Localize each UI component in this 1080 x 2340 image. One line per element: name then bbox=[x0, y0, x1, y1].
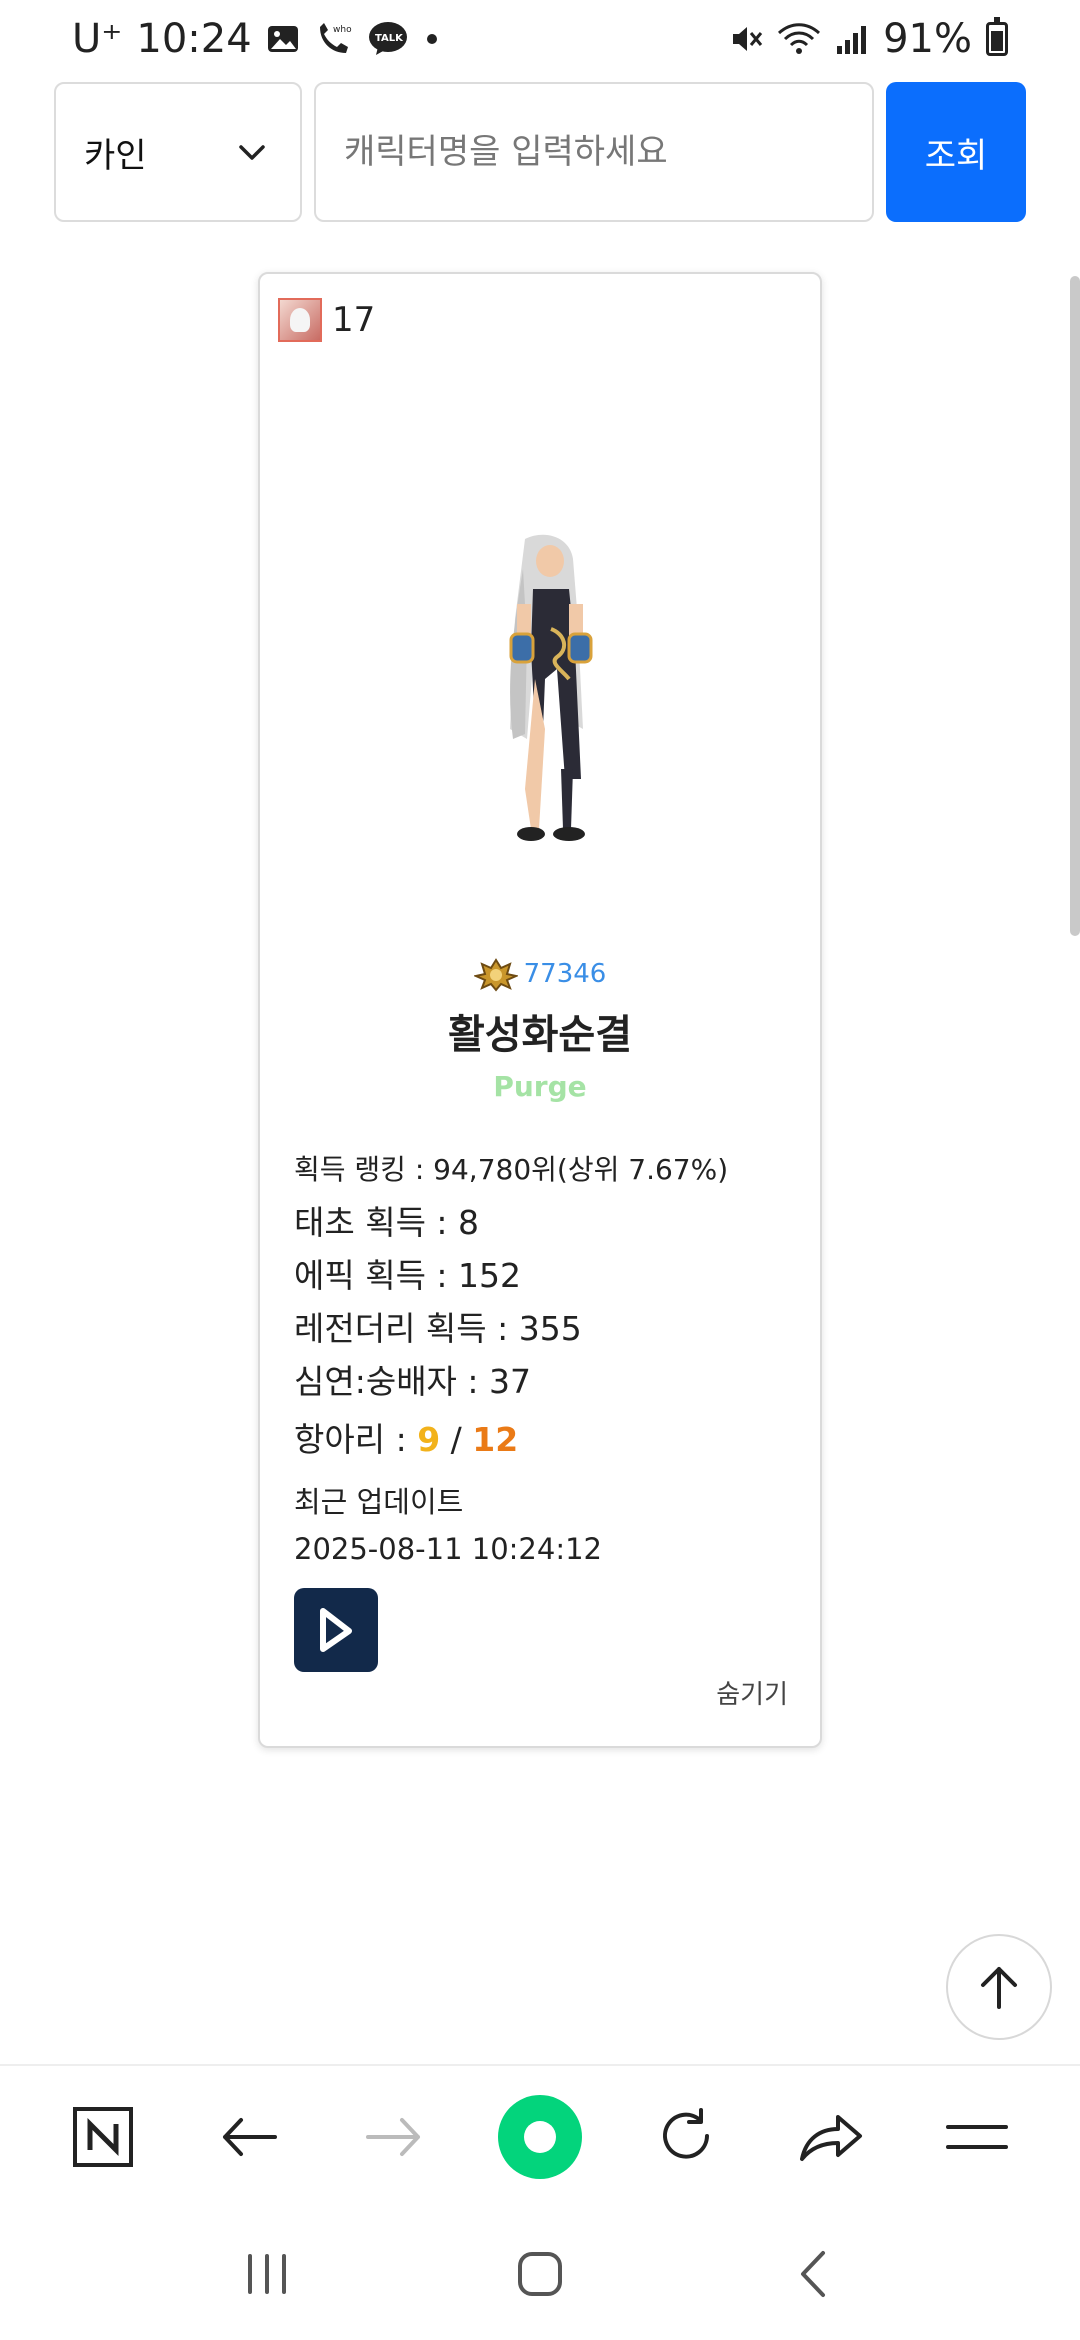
naver-icon bbox=[72, 2107, 133, 2167]
server-select[interactable]: 카인 bbox=[54, 82, 302, 222]
carrier-label: U⁺ bbox=[72, 16, 123, 62]
wifi-icon bbox=[777, 22, 821, 56]
talk-icon: TALK bbox=[368, 21, 408, 57]
hide-button[interactable]: 숨기기 bbox=[716, 1674, 788, 1711]
pot-label: 항아리 : bbox=[294, 1420, 418, 1459]
taecho-count: 태초 획득 : 8 bbox=[294, 1203, 480, 1242]
menu-button[interactable] bbox=[932, 2092, 1022, 2182]
back-arrow-icon bbox=[222, 2118, 277, 2156]
character-name: 활성화순결 bbox=[448, 1012, 632, 1058]
home-icon bbox=[517, 2252, 562, 2296]
back-button[interactable] bbox=[204, 2092, 294, 2182]
fame-line: 77346 bbox=[260, 956, 820, 992]
chevron-down-icon bbox=[239, 145, 265, 160]
guild-name: Purge bbox=[493, 1070, 587, 1103]
recents-icon bbox=[247, 2254, 286, 2294]
green-dot-button[interactable] bbox=[495, 2092, 585, 2182]
update-time: 2025-08-11 10:24:12 bbox=[294, 1532, 602, 1566]
status-right: 91% bbox=[729, 16, 1008, 62]
fame-value: 77346 bbox=[523, 959, 607, 989]
dundam-logo-icon bbox=[320, 1608, 352, 1652]
character-card: 17 77346 활성화순결 Purge 획득 랭킹 : 94,780위(상위 … bbox=[258, 272, 822, 1748]
pot-total: 12 bbox=[472, 1420, 519, 1459]
stats-list: 획득 랭킹 : 94,780위(상위 7.67%) 태초 획득 : 8 에픽 획… bbox=[294, 1144, 794, 1572]
naver-home-button[interactable] bbox=[58, 2092, 148, 2182]
signal-icon bbox=[835, 22, 869, 56]
menu-icon bbox=[946, 2125, 1009, 2149]
system-back-button[interactable] bbox=[768, 2229, 858, 2319]
system-nav-bar bbox=[0, 2208, 1080, 2340]
update-label: 최근 업데이트 bbox=[294, 1485, 464, 1519]
pot-separator: / bbox=[440, 1420, 473, 1459]
legendary-count: 레전더리 획득 : 355 bbox=[294, 1309, 582, 1348]
character-search-field bbox=[314, 82, 874, 222]
green-home-dot bbox=[523, 2121, 556, 2153]
recents-button[interactable] bbox=[222, 2229, 312, 2319]
class-thumbnail-icon bbox=[278, 298, 322, 342]
fame-emblem-icon bbox=[473, 958, 518, 992]
share-button[interactable] bbox=[786, 2092, 876, 2182]
search-button[interactable]: 조회 bbox=[886, 82, 1026, 222]
reload-button[interactable] bbox=[641, 2092, 731, 2182]
dundam-link-button[interactable] bbox=[294, 1588, 378, 1672]
pot-current: 9 bbox=[417, 1420, 441, 1459]
status-bar: U⁺ 10:24 who TALK 91% bbox=[0, 0, 1080, 78]
notification-dot-icon bbox=[422, 29, 442, 49]
character-search-input[interactable] bbox=[344, 132, 844, 172]
class-level: 17 bbox=[332, 300, 376, 340]
server-select-value: 카인 bbox=[84, 135, 147, 176]
share-icon bbox=[800, 2115, 863, 2161]
browser-toolbar bbox=[0, 2064, 1080, 2208]
svg-text:TALK: TALK bbox=[375, 33, 404, 44]
forward-button[interactable] bbox=[349, 2092, 439, 2182]
home-button[interactable] bbox=[495, 2229, 585, 2319]
mute-icon bbox=[729, 22, 763, 56]
search-row: 카인 조회 bbox=[54, 82, 1026, 222]
call-icon: who bbox=[314, 21, 354, 57]
abyss-count: 심연:숭배자 : 37 bbox=[294, 1362, 532, 1401]
green-home-icon bbox=[497, 2095, 582, 2179]
clock: 10:24 bbox=[136, 16, 252, 62]
card-header: 17 bbox=[278, 298, 375, 342]
svg-text:who: who bbox=[333, 25, 352, 35]
reload-icon bbox=[662, 2108, 709, 2159]
epic-count: 에픽 획득 : 152 bbox=[294, 1256, 522, 1295]
back-icon bbox=[801, 2251, 826, 2297]
battery-icon bbox=[986, 17, 1008, 56]
character-sprite bbox=[509, 534, 593, 841]
page-scrollbar[interactable] bbox=[1070, 276, 1080, 936]
scroll-to-top-button[interactable] bbox=[946, 1934, 1052, 2040]
gallery-icon bbox=[266, 22, 300, 56]
arrow-up-icon bbox=[981, 1967, 1017, 2009]
status-left: U⁺ 10:24 who TALK bbox=[72, 16, 442, 62]
forward-arrow-icon bbox=[366, 2118, 421, 2156]
acquisition-rank: 획득 랭킹 : 94,780위(상위 7.67%) bbox=[294, 1153, 729, 1186]
pot-count: 항아리 : 9 / 12 bbox=[294, 1408, 794, 1472]
battery-percent: 91% bbox=[883, 16, 972, 62]
